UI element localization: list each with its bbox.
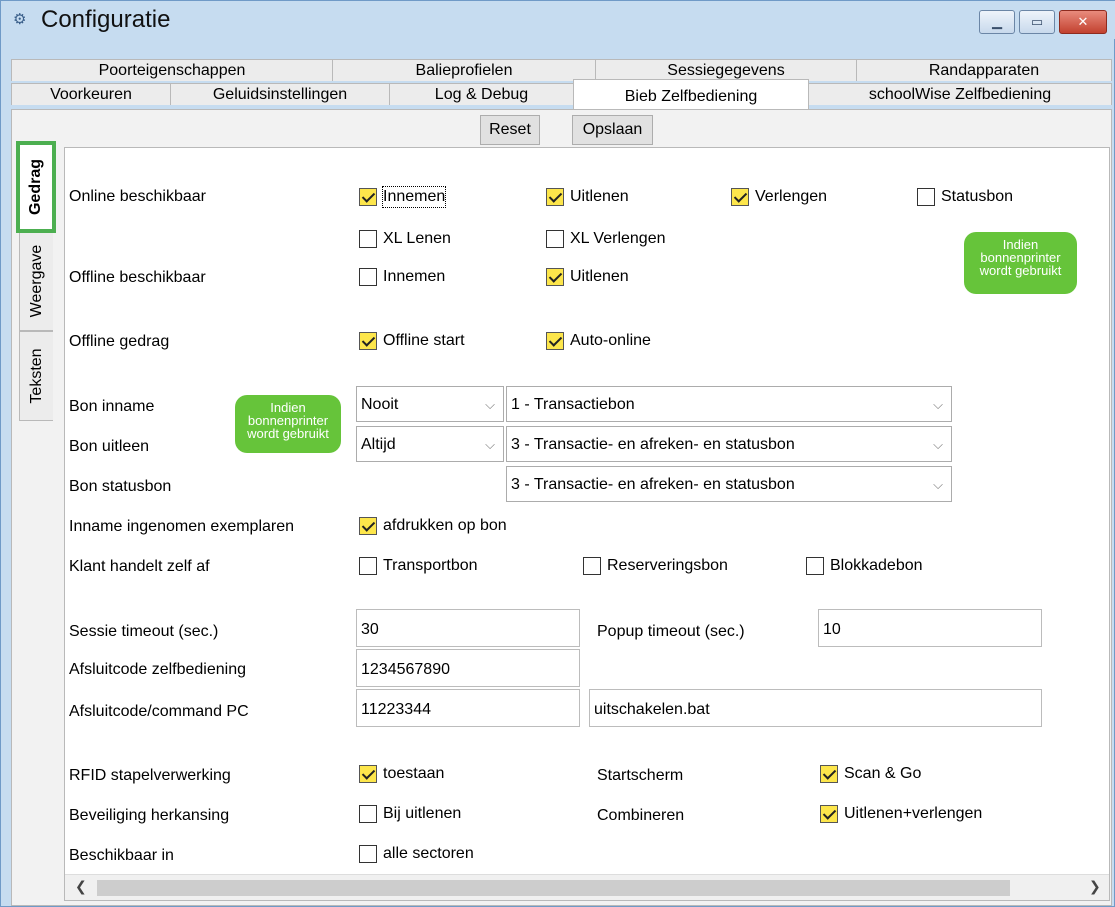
tab-schoolwise-zelfbediening[interactable]: schoolWise Zelfbediening xyxy=(808,83,1112,105)
offline-label: Offline beschikbaar xyxy=(69,269,206,286)
bon-uitleen-when-select[interactable]: Altijd ⌵ xyxy=(356,426,504,462)
chevron-down-icon: ⌵ xyxy=(933,437,943,452)
uitlenen-verlengen-label: Uitlenen+verlengen xyxy=(844,805,983,822)
offline-innemen-label: Innemen xyxy=(383,268,446,285)
uitlenen-verlengen-checkbox[interactable] xyxy=(820,805,838,823)
afdrukken-op-bon-checkbox[interactable] xyxy=(359,517,377,535)
maximize-icon[interactable]: ▭ xyxy=(1019,10,1055,34)
afsluitcode-zelf-label: Afsluitcode zelfbediening xyxy=(69,661,247,678)
bon-inname-when-select[interactable]: Nooit ⌵ xyxy=(356,386,504,422)
save-button[interactable]: Opslaan xyxy=(572,115,653,145)
bij-uitlenen-label: Bij uitlenen xyxy=(383,805,462,822)
popup-timeout-label: Popup timeout (sec.) xyxy=(597,623,745,640)
chevron-down-icon: ⌵ xyxy=(933,477,943,492)
alle-sectoren-label: alle sectoren xyxy=(383,845,474,862)
scroll-left-icon[interactable]: ❮ xyxy=(75,878,87,895)
tooltip-printer-left: Indien bonnenprinter wordt gebruikt xyxy=(235,395,341,453)
tab-voorkeuren[interactable]: Voorkeuren xyxy=(11,83,171,105)
reset-button[interactable]: Reset xyxy=(480,115,540,145)
close-icon[interactable]: ✕ xyxy=(1059,10,1107,34)
title-bar: ⚙ Configuratie ▁ ▭ ✕ xyxy=(1,1,1115,39)
beveiliging-label: Beveiliging herkansing xyxy=(69,807,230,824)
tooltip-printer-right: Indien bonnenprinter wordt gebruikt xyxy=(964,232,1077,294)
offline-gedrag-label: Offline gedrag xyxy=(69,333,170,350)
scan-go-checkbox[interactable] xyxy=(820,765,838,783)
afsluitcode-pc-input[interactable]: 11223344 xyxy=(356,689,580,727)
offline-uitlenen-label: Uitlenen xyxy=(570,268,629,285)
xl-verlengen-checkbox[interactable] xyxy=(546,230,564,248)
command-pc-input[interactable]: uitschakelen.bat xyxy=(589,689,1042,727)
transportbon-label: Transportbon xyxy=(383,557,478,574)
alle-sectoren-checkbox[interactable] xyxy=(359,845,377,863)
offline-innemen-checkbox[interactable] xyxy=(359,268,377,286)
transportbon-checkbox[interactable] xyxy=(359,557,377,575)
bon-inname-type-select[interactable]: 1 - Transactiebon ⌵ xyxy=(506,386,952,422)
online-statusbon-checkbox[interactable] xyxy=(917,188,935,206)
window-title: Configuratie xyxy=(41,6,171,33)
bon-inname-label: Bon inname xyxy=(69,398,155,415)
scroll-thumb[interactable] xyxy=(97,880,1010,896)
vtab-gedrag[interactable]: Gedrag xyxy=(16,141,56,233)
chevron-down-icon: ⌵ xyxy=(485,437,495,452)
tab-log-debug[interactable]: Log & Debug xyxy=(389,83,574,105)
online-uitlenen-label: Uitlenen xyxy=(570,188,629,205)
chevron-down-icon: ⌵ xyxy=(933,397,943,412)
xl-verlengen-label: XL Verlengen xyxy=(570,230,666,247)
online-verlengen-checkbox[interactable] xyxy=(731,188,749,206)
online-uitlenen-checkbox[interactable] xyxy=(546,188,564,206)
offline-start-checkbox[interactable] xyxy=(359,332,377,350)
tab-sessiegegevens[interactable]: Sessiegegevens xyxy=(595,59,857,81)
popup-timeout-input[interactable]: 10 xyxy=(818,609,1042,647)
bon-uitleen-label: Bon uitleen xyxy=(69,438,150,455)
combineren-label: Combineren xyxy=(597,807,685,824)
vtab-weergave[interactable]: Weergave xyxy=(19,231,53,331)
xl-lenen-checkbox[interactable] xyxy=(359,230,377,248)
tab-balieprofielen[interactable]: Balieprofielen xyxy=(332,59,596,81)
horizontal-scrollbar[interactable]: ❮ ❯ xyxy=(65,874,1109,900)
afsluitcode-zelf-input[interactable]: 1234567890 xyxy=(356,649,580,687)
tab-randapparaten[interactable]: Randapparaten xyxy=(856,59,1112,81)
minimize-icon[interactable]: ▁ xyxy=(979,10,1015,34)
auto-online-checkbox[interactable] xyxy=(546,332,564,350)
tab-bieb-zelfbediening[interactable]: Bieb Zelfbediening xyxy=(573,79,809,110)
klant-handelt-label: Klant handelt zelf af xyxy=(69,558,210,575)
online-statusbon-label: Statusbon xyxy=(941,188,1014,205)
reserveringsbon-checkbox[interactable] xyxy=(583,557,601,575)
configuratie-window: ⚙ Configuratie ▁ ▭ ✕ Poorteigenschappen … xyxy=(0,0,1115,907)
startscherm-label: Startscherm xyxy=(597,767,684,784)
bon-uitleen-type-select[interactable]: 3 - Transactie- en afreken- en statusbon… xyxy=(506,426,952,462)
afdrukken-op-bon-label: afdrukken op bon xyxy=(383,517,507,534)
gears-icon: ⚙ xyxy=(13,11,27,28)
online-innemen-checkbox[interactable] xyxy=(359,188,377,206)
auto-online-label: Auto-online xyxy=(570,332,651,349)
scroll-right-icon[interactable]: ❯ xyxy=(1089,878,1101,895)
bon-statusbon-label: Bon statusbon xyxy=(69,478,172,495)
xl-lenen-label: XL Lenen xyxy=(383,230,451,247)
blokkadebon-checkbox[interactable] xyxy=(806,557,824,575)
online-innemen-label: Innemen xyxy=(381,186,447,208)
afsluitcode-pc-label: Afsluitcode/command PC xyxy=(69,703,249,720)
bij-uitlenen-checkbox[interactable] xyxy=(359,805,377,823)
online-verlengen-label: Verlengen xyxy=(755,188,828,205)
offline-start-label: Offline start xyxy=(383,332,465,349)
inname-ingenomen-label: Inname ingenomen exemplaren xyxy=(69,518,295,535)
tab-poorteigenschappen[interactable]: Poorteigenschappen xyxy=(11,59,333,81)
tab-geluidsinstellingen[interactable]: Geluidsinstellingen xyxy=(170,83,390,105)
online-label: Online beschikbaar xyxy=(69,188,206,205)
sessie-timeout-label: Sessie timeout (sec.) xyxy=(69,623,219,640)
bon-statusbon-type-select[interactable]: 3 - Transactie- en afreken- en statusbon… xyxy=(506,466,952,502)
sessie-timeout-input[interactable]: 30 xyxy=(356,609,580,647)
rfid-label: RFID stapelverwerking xyxy=(69,767,231,784)
blokkadebon-label: Blokkadebon xyxy=(830,557,923,574)
offline-uitlenen-checkbox[interactable] xyxy=(546,268,564,286)
beschikbaar-in-label: Beschikbaar in xyxy=(69,847,174,864)
vtab-teksten[interactable]: Teksten xyxy=(19,331,53,421)
chevron-down-icon: ⌵ xyxy=(485,397,495,412)
rfid-toestaan-checkbox[interactable] xyxy=(359,765,377,783)
reserveringsbon-label: Reserveringsbon xyxy=(607,557,728,574)
scan-go-label: Scan & Go xyxy=(844,765,922,782)
rfid-toestaan-label: toestaan xyxy=(383,765,445,782)
